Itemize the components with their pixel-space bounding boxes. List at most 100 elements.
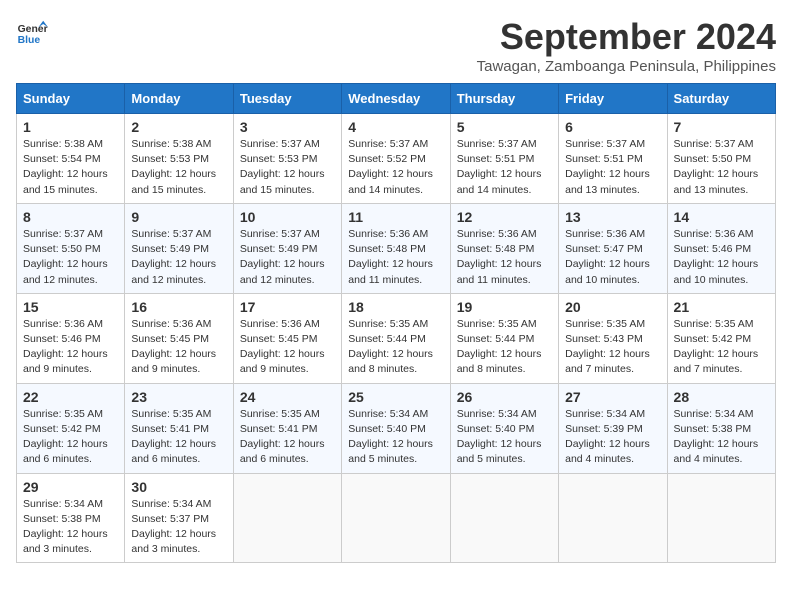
day-number: 5 (457, 119, 552, 135)
cell-info: Sunrise: 5:36 AMSunset: 5:46 PMDaylight:… (674, 228, 759, 286)
weekday-header: Wednesday (342, 84, 450, 114)
calendar-cell: 23 Sunrise: 5:35 AMSunset: 5:41 PMDaylig… (125, 383, 233, 473)
weekday-header: Sunday (17, 84, 125, 114)
calendar-cell: 24 Sunrise: 5:35 AMSunset: 5:41 PMDaylig… (233, 383, 341, 473)
day-number: 28 (674, 389, 769, 405)
day-number: 17 (240, 299, 335, 315)
cell-info: Sunrise: 5:37 AMSunset: 5:49 PMDaylight:… (240, 228, 325, 286)
cell-info: Sunrise: 5:35 AMSunset: 5:44 PMDaylight:… (457, 318, 542, 376)
calendar-cell: 2 Sunrise: 5:38 AMSunset: 5:53 PMDayligh… (125, 114, 233, 204)
calendar-body: 1 Sunrise: 5:38 AMSunset: 5:54 PMDayligh… (17, 114, 776, 563)
day-number: 19 (457, 299, 552, 315)
svg-text:Blue: Blue (18, 35, 41, 46)
day-number: 20 (565, 299, 660, 315)
month-title: September 2024 (477, 16, 776, 58)
day-number: 15 (23, 299, 118, 315)
weekday-header: Friday (559, 84, 667, 114)
logo-icon: General Blue (16, 16, 48, 48)
cell-info: Sunrise: 5:34 AMSunset: 5:38 PMDaylight:… (23, 498, 108, 556)
cell-info: Sunrise: 5:38 AMSunset: 5:53 PMDaylight:… (131, 138, 216, 196)
calendar-cell: 12 Sunrise: 5:36 AMSunset: 5:48 PMDaylig… (450, 203, 558, 293)
calendar-cell (450, 473, 558, 563)
cell-info: Sunrise: 5:37 AMSunset: 5:50 PMDaylight:… (23, 228, 108, 286)
calendar-cell: 8 Sunrise: 5:37 AMSunset: 5:50 PMDayligh… (17, 203, 125, 293)
day-number: 4 (348, 119, 443, 135)
calendar-cell: 3 Sunrise: 5:37 AMSunset: 5:53 PMDayligh… (233, 114, 341, 204)
weekday-header: Tuesday (233, 84, 341, 114)
day-number: 30 (131, 479, 226, 495)
cell-info: Sunrise: 5:35 AMSunset: 5:42 PMDaylight:… (23, 408, 108, 466)
calendar-week-row: 22 Sunrise: 5:35 AMSunset: 5:42 PMDaylig… (17, 383, 776, 473)
day-number: 18 (348, 299, 443, 315)
day-number: 12 (457, 209, 552, 225)
calendar-cell: 11 Sunrise: 5:36 AMSunset: 5:48 PMDaylig… (342, 203, 450, 293)
calendar-cell: 10 Sunrise: 5:37 AMSunset: 5:49 PMDaylig… (233, 203, 341, 293)
cell-info: Sunrise: 5:37 AMSunset: 5:51 PMDaylight:… (565, 138, 650, 196)
calendar-week-row: 8 Sunrise: 5:37 AMSunset: 5:50 PMDayligh… (17, 203, 776, 293)
calendar-table: SundayMondayTuesdayWednesdayThursdayFrid… (16, 83, 776, 563)
calendar-cell: 28 Sunrise: 5:34 AMSunset: 5:38 PMDaylig… (667, 383, 775, 473)
calendar-cell: 26 Sunrise: 5:34 AMSunset: 5:40 PMDaylig… (450, 383, 558, 473)
cell-info: Sunrise: 5:37 AMSunset: 5:53 PMDaylight:… (240, 138, 325, 196)
cell-info: Sunrise: 5:36 AMSunset: 5:47 PMDaylight:… (565, 228, 650, 286)
day-number: 11 (348, 209, 443, 225)
day-number: 25 (348, 389, 443, 405)
day-number: 29 (23, 479, 118, 495)
svg-text:General: General (18, 24, 48, 35)
day-number: 2 (131, 119, 226, 135)
day-number: 24 (240, 389, 335, 405)
calendar-cell: 17 Sunrise: 5:36 AMSunset: 5:45 PMDaylig… (233, 293, 341, 383)
cell-info: Sunrise: 5:37 AMSunset: 5:52 PMDaylight:… (348, 138, 433, 196)
day-number: 21 (674, 299, 769, 315)
title-block: September 2024 Tawagan, Zamboanga Penins… (477, 16, 776, 75)
weekday-header: Monday (125, 84, 233, 114)
cell-info: Sunrise: 5:37 AMSunset: 5:51 PMDaylight:… (457, 138, 542, 196)
calendar-cell (342, 473, 450, 563)
cell-info: Sunrise: 5:36 AMSunset: 5:45 PMDaylight:… (131, 318, 216, 376)
weekday-header: Saturday (667, 84, 775, 114)
day-number: 22 (23, 389, 118, 405)
calendar-cell: 1 Sunrise: 5:38 AMSunset: 5:54 PMDayligh… (17, 114, 125, 204)
day-number: 3 (240, 119, 335, 135)
day-number: 26 (457, 389, 552, 405)
day-number: 23 (131, 389, 226, 405)
day-number: 27 (565, 389, 660, 405)
cell-info: Sunrise: 5:37 AMSunset: 5:50 PMDaylight:… (674, 138, 759, 196)
cell-info: Sunrise: 5:38 AMSunset: 5:54 PMDaylight:… (23, 138, 108, 196)
day-number: 9 (131, 209, 226, 225)
page-header: General Blue September 2024 Tawagan, Zam… (16, 16, 776, 75)
cell-info: Sunrise: 5:37 AMSunset: 5:49 PMDaylight:… (131, 228, 216, 286)
calendar-cell: 7 Sunrise: 5:37 AMSunset: 5:50 PMDayligh… (667, 114, 775, 204)
logo: General Blue (16, 16, 48, 48)
day-number: 13 (565, 209, 660, 225)
calendar-cell (559, 473, 667, 563)
calendar-cell: 14 Sunrise: 5:36 AMSunset: 5:46 PMDaylig… (667, 203, 775, 293)
day-number: 7 (674, 119, 769, 135)
day-number: 16 (131, 299, 226, 315)
cell-info: Sunrise: 5:36 AMSunset: 5:48 PMDaylight:… (457, 228, 542, 286)
calendar-cell: 4 Sunrise: 5:37 AMSunset: 5:52 PMDayligh… (342, 114, 450, 204)
calendar-week-row: 15 Sunrise: 5:36 AMSunset: 5:46 PMDaylig… (17, 293, 776, 383)
calendar-cell: 27 Sunrise: 5:34 AMSunset: 5:39 PMDaylig… (559, 383, 667, 473)
calendar-cell: 20 Sunrise: 5:35 AMSunset: 5:43 PMDaylig… (559, 293, 667, 383)
calendar-cell: 21 Sunrise: 5:35 AMSunset: 5:42 PMDaylig… (667, 293, 775, 383)
calendar-cell: 25 Sunrise: 5:34 AMSunset: 5:40 PMDaylig… (342, 383, 450, 473)
calendar-week-row: 1 Sunrise: 5:38 AMSunset: 5:54 PMDayligh… (17, 114, 776, 204)
calendar-cell: 30 Sunrise: 5:34 AMSunset: 5:37 PMDaylig… (125, 473, 233, 563)
calendar-week-row: 29 Sunrise: 5:34 AMSunset: 5:38 PMDaylig… (17, 473, 776, 563)
calendar-cell: 29 Sunrise: 5:34 AMSunset: 5:38 PMDaylig… (17, 473, 125, 563)
cell-info: Sunrise: 5:34 AMSunset: 5:40 PMDaylight:… (348, 408, 433, 466)
calendar-cell: 9 Sunrise: 5:37 AMSunset: 5:49 PMDayligh… (125, 203, 233, 293)
weekday-header: Thursday (450, 84, 558, 114)
calendar-cell (233, 473, 341, 563)
day-number: 8 (23, 209, 118, 225)
cell-info: Sunrise: 5:35 AMSunset: 5:43 PMDaylight:… (565, 318, 650, 376)
day-number: 6 (565, 119, 660, 135)
calendar-cell: 16 Sunrise: 5:36 AMSunset: 5:45 PMDaylig… (125, 293, 233, 383)
day-number: 10 (240, 209, 335, 225)
cell-info: Sunrise: 5:34 AMSunset: 5:39 PMDaylight:… (565, 408, 650, 466)
calendar-cell: 18 Sunrise: 5:35 AMSunset: 5:44 PMDaylig… (342, 293, 450, 383)
calendar-cell (667, 473, 775, 563)
calendar-header: SundayMondayTuesdayWednesdayThursdayFrid… (17, 84, 776, 114)
cell-info: Sunrise: 5:35 AMSunset: 5:42 PMDaylight:… (674, 318, 759, 376)
